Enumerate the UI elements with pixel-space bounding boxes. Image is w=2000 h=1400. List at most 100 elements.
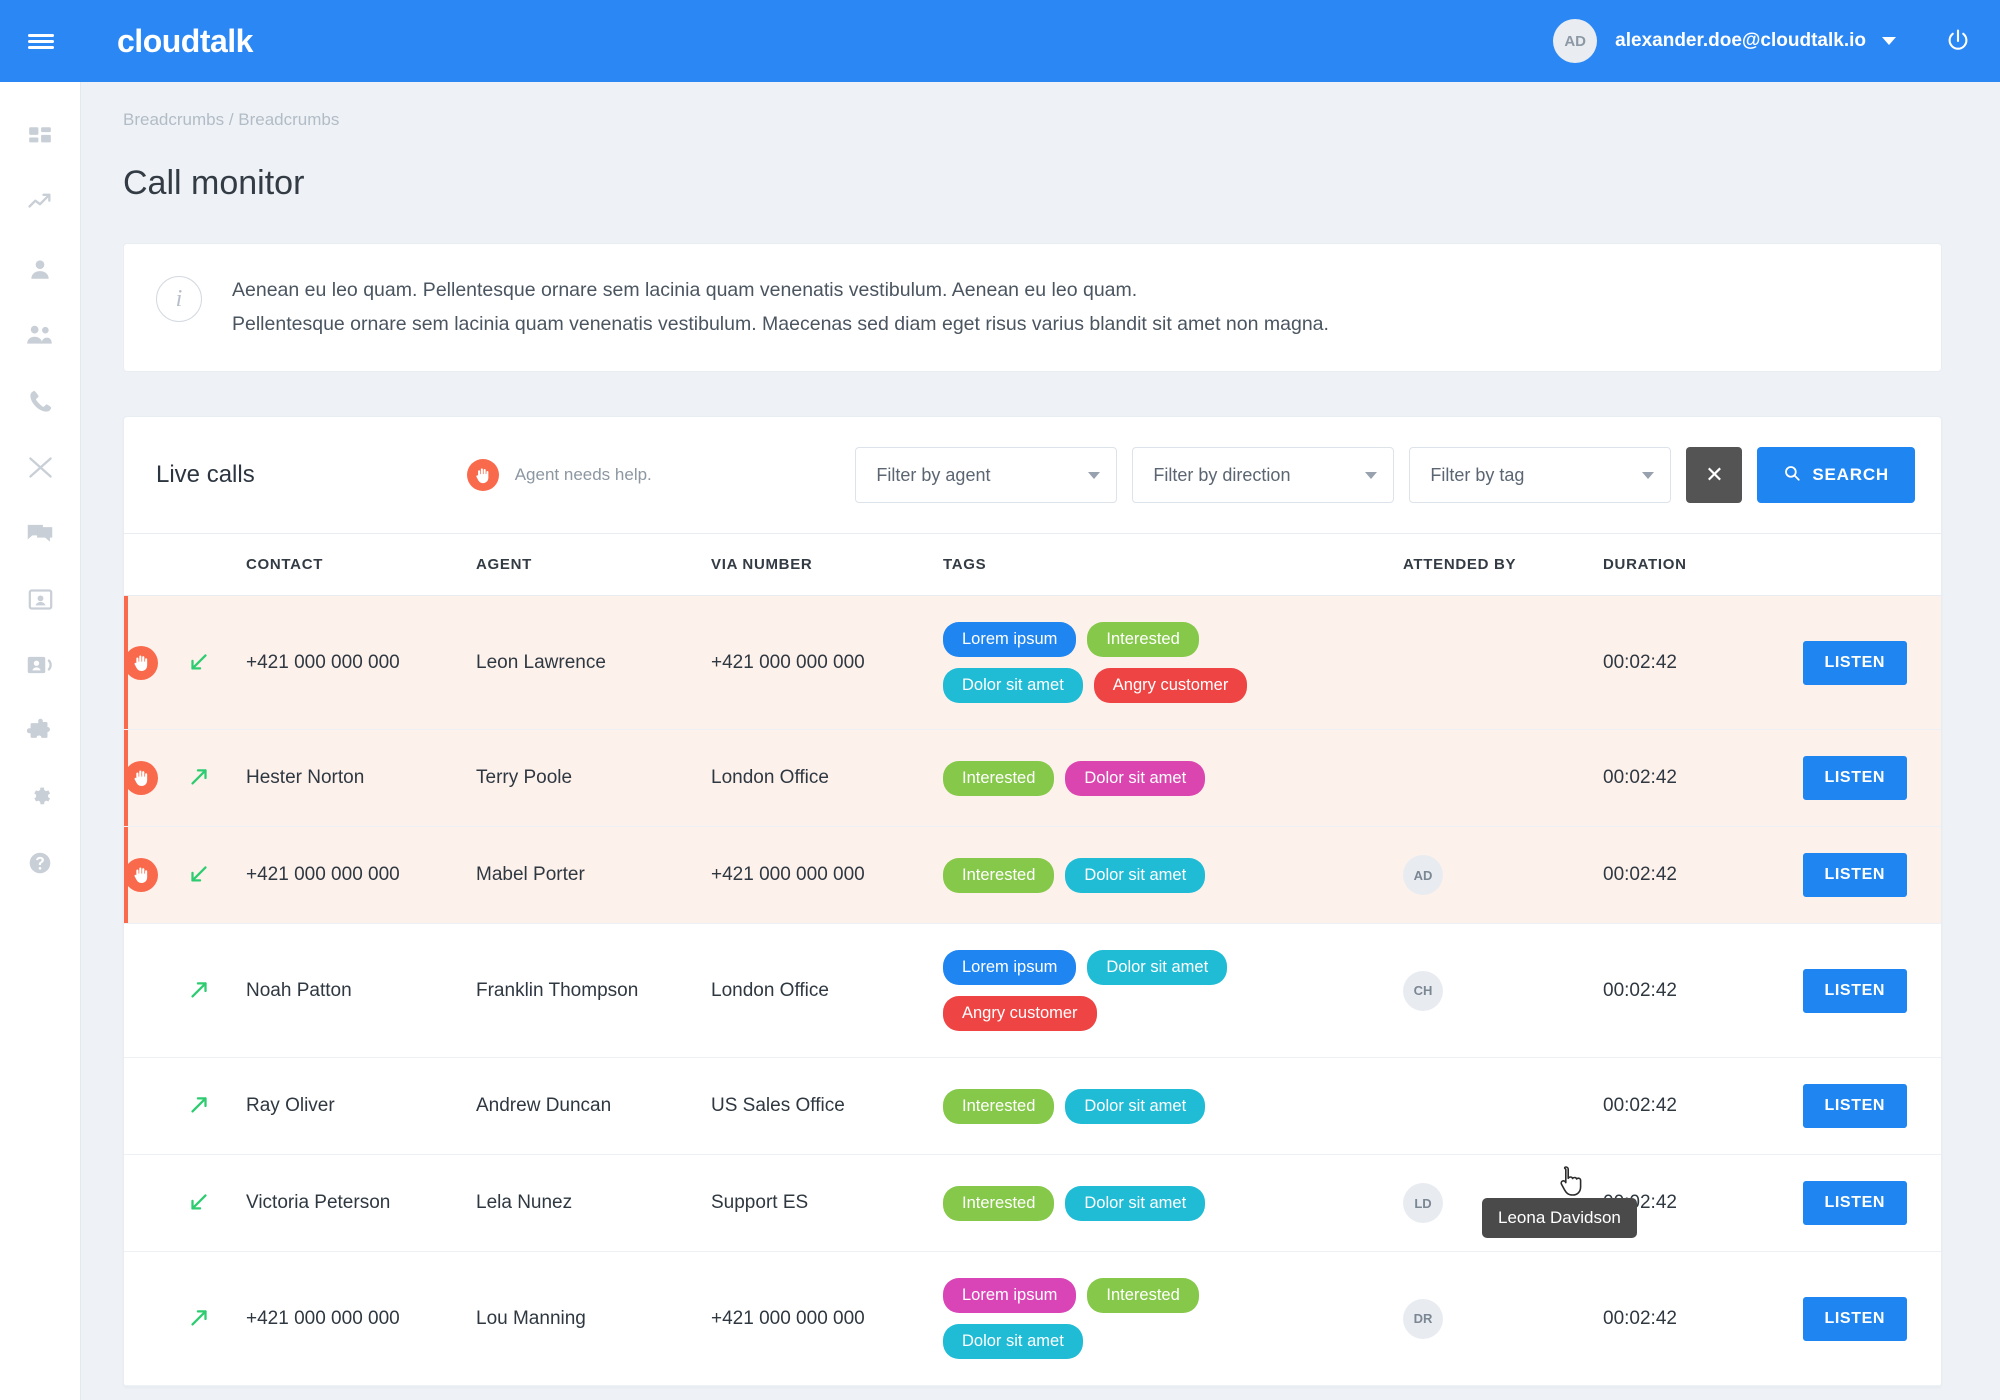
listen-button[interactable]: LISTEN [1802, 1084, 1907, 1129]
listen-button[interactable]: LISTEN [1802, 968, 1907, 1013]
cell-actions: LISTEN [1778, 826, 1941, 925]
cell-contact: Victoria Peterson [246, 1154, 476, 1253]
top-bar: cloudtalk AD alexander.doe@cloudtalk.io [0, 0, 2000, 82]
tag-list: Interested Dolor sit amet [943, 760, 1313, 796]
sidebar-item-teams[interactable] [0, 302, 81, 368]
filter-by-agent-label: Filter by agent [876, 464, 991, 485]
tag-chip[interactable]: Interested [943, 1185, 1055, 1221]
agent-needs-help-note: Agent needs help. [466, 459, 652, 492]
user-email-label[interactable]: alexander.doe@cloudtalk.io [1615, 30, 1866, 52]
sidebar-item-analytics[interactable] [0, 170, 81, 236]
cell-via-number: Support ES [711, 1154, 943, 1253]
arrow-outbound-icon [186, 1306, 246, 1332]
cell-needs-help [124, 923, 186, 1059]
cell-via-number: +421 000 000 000 [711, 1251, 943, 1387]
table-row[interactable]: Victoria Peterson Lela Nunez Support ES Int… [124, 1154, 1941, 1253]
table-row[interactable]: +421 000 000 000 Mabel Porter +421 000 000… [124, 826, 1941, 925]
sidebar-item-dashboard[interactable] [0, 104, 81, 170]
cell-duration: 00:02:42 [1603, 1251, 1778, 1387]
column-header-tags: TAGS [943, 533, 1403, 597]
tag-chip[interactable]: Interested [1087, 1278, 1199, 1314]
cell-attended-by [1403, 729, 1603, 828]
sidebar-item-settings[interactable] [0, 764, 81, 830]
cell-attended-by: LD [1403, 1154, 1603, 1253]
cell-via-number: London Office [711, 923, 943, 1059]
cell-needs-help [124, 1154, 186, 1253]
cell-direction [186, 1154, 246, 1253]
listen-button[interactable]: LISTEN [1802, 640, 1907, 685]
table-row[interactable]: +421 000 000 000 Leon Lawrence +421 000 00… [124, 595, 1941, 731]
sidebar-item-messages[interactable] [0, 500, 81, 566]
filter-by-tag-select[interactable]: Filter by tag [1409, 447, 1672, 504]
raised-hand-icon [124, 645, 158, 680]
tag-chip[interactable]: Interested [943, 760, 1055, 796]
listen-button[interactable]: LISTEN [1802, 853, 1907, 898]
app-root: cloudtalk AD alexander.doe@cloudtalk.io [0, 0, 2000, 1400]
avatar[interactable]: AD [1553, 19, 1598, 63]
attended-by-avatar[interactable]: CH [1403, 970, 1443, 1011]
table-row[interactable]: +421 000 000 000 Lou Manning +421 000 000 … [124, 1251, 1941, 1387]
tag-chip[interactable]: Dolor sit amet [1065, 1185, 1206, 1221]
filter-by-agent-select[interactable]: Filter by agent [855, 447, 1118, 504]
cell-needs-help [124, 595, 186, 731]
tag-chip[interactable]: Dolor sit amet [1065, 760, 1206, 796]
power-icon[interactable] [1944, 27, 1972, 55]
table-row[interactable]: Ray Oliver Andrew Duncan US Sales Office In… [124, 1057, 1941, 1156]
column-header-contact: CONTACT [246, 533, 476, 597]
tag-chip[interactable]: Lorem ipsum [943, 1278, 1077, 1314]
topbar-user-area: AD alexander.doe@cloudtalk.io [1553, 19, 1972, 63]
cell-direction [186, 923, 246, 1059]
sidebar-item-calls[interactable] [0, 368, 81, 434]
sidebar-item-help[interactable] [0, 830, 81, 896]
table-row[interactable]: Noah Patton Franklin Thompson London Offic… [124, 923, 1941, 1059]
tag-chip[interactable]: Dolor sit amet [1065, 857, 1206, 893]
filter-by-tag-label: Filter by tag [1430, 464, 1525, 485]
table-row[interactable]: Hester Norton Terry Poole London Office Int… [124, 729, 1941, 828]
cell-direction [186, 595, 246, 731]
tag-chip[interactable]: Lorem ipsum [943, 622, 1077, 658]
attended-by-avatar[interactable]: AD [1403, 855, 1443, 896]
tag-chip[interactable]: Lorem ipsum [943, 950, 1077, 986]
cell-duration: 00:02:42 [1603, 923, 1778, 1059]
listen-button[interactable]: LISTEN [1802, 1296, 1907, 1341]
attended-by-avatar[interactable]: LD [1403, 1183, 1443, 1224]
cell-contact: +421 000 000 000 [246, 826, 476, 925]
listen-button[interactable]: LISTEN [1802, 1181, 1907, 1226]
clear-filters-button[interactable]: ✕ [1686, 447, 1743, 504]
tag-chip[interactable]: Interested [1087, 622, 1199, 658]
sidebar-item-routing[interactable] [0, 434, 81, 500]
tag-chip[interactable]: Angry customer [943, 996, 1097, 1032]
cell-duration: 00:02:42 [1603, 595, 1778, 731]
hamburger-icon[interactable] [0, 0, 82, 82]
cell-agent: Terry Poole [476, 729, 711, 828]
column-header-agent: AGENT [476, 533, 711, 597]
raised-hand-icon [124, 761, 158, 796]
sidebar-item-call-monitor[interactable] [0, 632, 81, 698]
tag-chip[interactable]: Dolor sit amet [943, 1324, 1083, 1360]
info-banner-line-2: Pellentesque ornare sem lacinia quam ven… [232, 312, 1329, 335]
sidebar-item-contacts[interactable] [0, 566, 81, 632]
tag-chip[interactable]: Interested [943, 1088, 1055, 1124]
attended-by-avatar[interactable]: DR [1403, 1298, 1443, 1339]
tag-chip[interactable]: Angry customer [1093, 668, 1248, 704]
tag-chip[interactable]: Dolor sit amet [1065, 1088, 1206, 1124]
close-icon: ✕ [1705, 462, 1724, 488]
sidebar-item-integrations[interactable] [0, 698, 81, 764]
sidebar-item-agent[interactable] [0, 236, 81, 302]
filter-by-direction-select[interactable]: Filter by direction [1132, 447, 1395, 504]
tag-list: Lorem ipsum Interested Dolor sit amet [943, 1278, 1313, 1360]
info-icon: i [156, 276, 202, 322]
cell-tags: Interested Dolor sit amet [943, 1154, 1403, 1253]
tag-chip[interactable]: Dolor sit amet [943, 668, 1083, 704]
cell-contact: Noah Patton [246, 923, 476, 1059]
body-area: Breadcrumbs / Breadcrumbs Call monitor i… [0, 82, 2000, 1400]
listen-button[interactable]: LISTEN [1802, 756, 1907, 801]
chevron-down-icon[interactable] [1882, 37, 1896, 45]
search-button[interactable]: SEARCH [1757, 447, 1915, 504]
tag-chip[interactable]: Dolor sit amet [1087, 950, 1228, 986]
arrow-outbound-icon [186, 765, 246, 791]
column-header-attended-by: ATTENDED BY [1403, 533, 1603, 597]
breadcrumb[interactable]: Breadcrumbs / Breadcrumbs [123, 110, 1942, 130]
cell-agent: Andrew Duncan [476, 1057, 711, 1156]
tag-chip[interactable]: Interested [943, 857, 1055, 893]
